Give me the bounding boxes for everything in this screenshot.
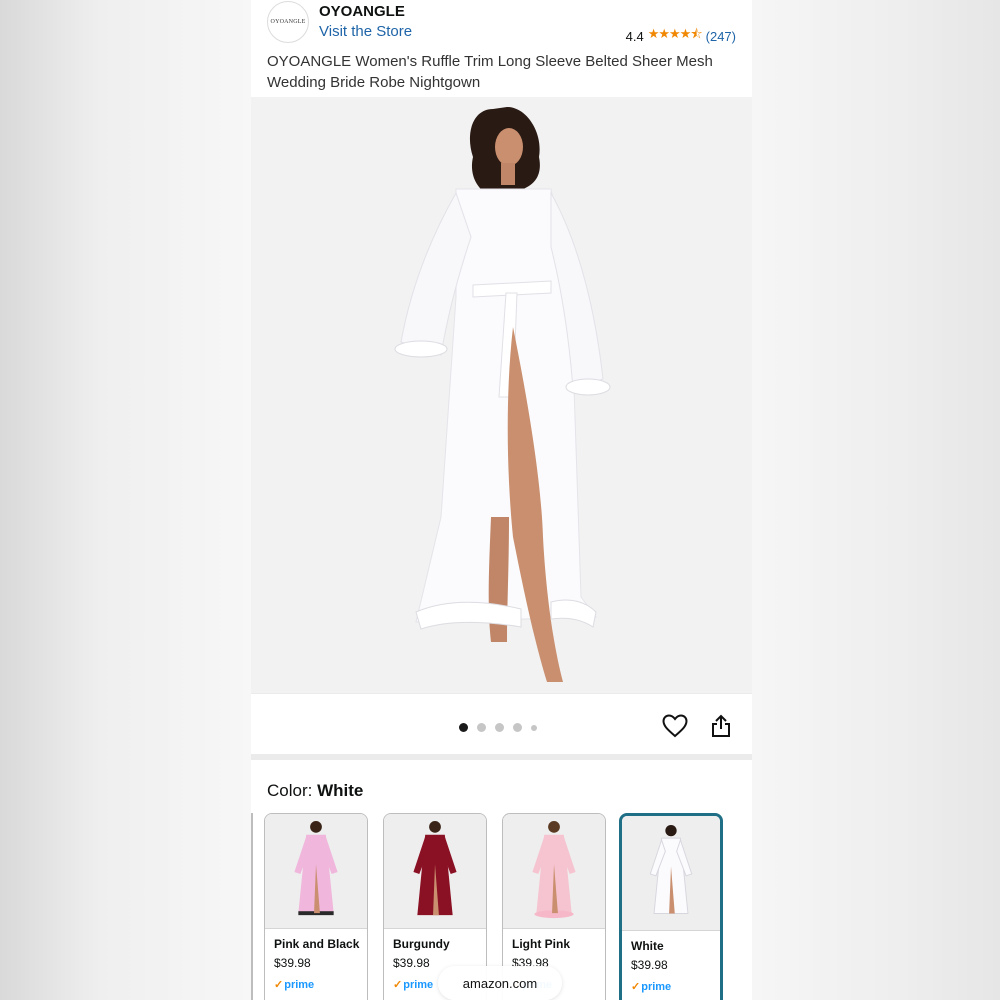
swatch-price: $39.98: [393, 956, 430, 970]
robe-thumbnail-white: [649, 824, 693, 914]
prime-check-icon: ✓: [274, 979, 284, 991]
model-in-white-robe-image: [251, 97, 752, 693]
swatch-price: $39.98: [631, 958, 668, 972]
rating-value: 4.4: [625, 28, 644, 44]
robe-thumbnail-pink: [294, 820, 338, 916]
store-logo[interactable]: OYOANGLE: [267, 1, 309, 43]
carousel-dot[interactable]: [459, 723, 468, 732]
swatch-image: [265, 814, 367, 929]
prime-check-icon: ✓: [631, 981, 641, 993]
carousel-dot[interactable]: [531, 724, 537, 731]
swatch-name: Light Pink: [512, 937, 570, 951]
swatch-price: $39.98: [274, 956, 311, 970]
previous-swatch-edge: [251, 813, 253, 1000]
color-swatch-white[interactable]: White $39.98 ✓prime: [619, 813, 723, 1000]
robe-thumbnail-light-pink: [532, 820, 576, 919]
color-label: Color: White: [267, 781, 364, 800]
swatch-name: Burgundy: [393, 937, 450, 951]
swatch-name: White: [631, 939, 664, 953]
robe-thumbnail-burgundy: [413, 820, 457, 916]
share-icon[interactable]: [710, 714, 732, 738]
prime-badge: ✓prime: [393, 979, 434, 991]
product-header: OYOANGLE OYOANGLE Visit the Store 4.4 ★★…: [251, 0, 752, 97]
carousel-dots[interactable]: [459, 723, 537, 732]
product-image[interactable]: [251, 97, 752, 693]
visit-store-link[interactable]: Visit the Store: [319, 23, 412, 40]
selected-color-name: White: [317, 781, 364, 800]
carousel-dot[interactable]: [495, 723, 504, 732]
swatch-image: [503, 814, 605, 929]
product-title: OYOANGLE Women's Ruffle Trim Long Sleeve…: [267, 53, 713, 91]
carousel-dot[interactable]: [513, 723, 522, 732]
rating-count[interactable]: (247): [706, 29, 736, 44]
prime-check-icon: ✓: [393, 979, 403, 991]
carousel-dot[interactable]: [477, 723, 486, 732]
heart-icon[interactable]: [662, 714, 688, 738]
image-carousel-controls: [251, 694, 752, 754]
color-selector: Color: White Pink and Black $39.98 ✓prim…: [251, 760, 752, 1000]
browser-url-bar[interactable]: amazon.com: [438, 966, 562, 1000]
swatch-image: [622, 816, 720, 931]
swatch-image: [384, 814, 486, 929]
swatch-name: Pink and Black: [274, 937, 360, 951]
prime-badge: ✓prime: [274, 979, 315, 991]
rating-summary[interactable]: 4.4 ★★★★⯪ (247): [626, 25, 736, 47]
prime-badge: ✓prime: [631, 981, 672, 993]
amazon-app-screen: OYOANGLE OYOANGLE Visit the Store 4.4 ★★…: [251, 0, 752, 1000]
brand-name: OYOANGLE: [319, 3, 405, 20]
color-swatch-pink-and-black[interactable]: Pink and Black $39.98 ✓prime: [264, 813, 368, 1000]
star-rating-icon: ★★★★⯪: [647, 26, 703, 41]
